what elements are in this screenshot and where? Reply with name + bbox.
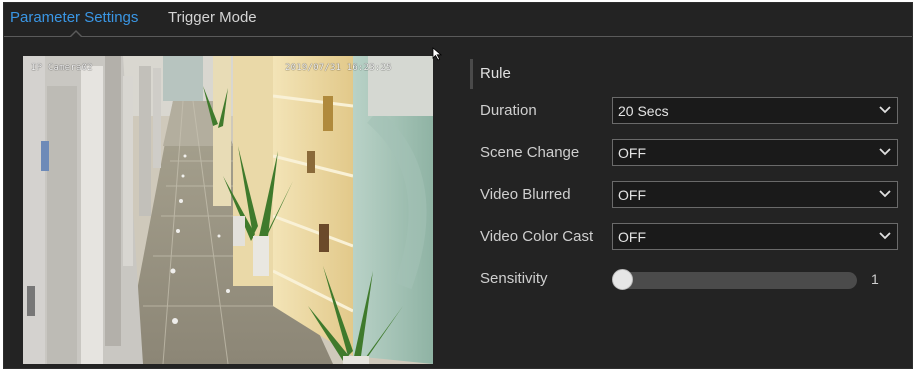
video-blurred-label: Video Blurred	[480, 186, 571, 203]
sensitivity-label: Sensitivity	[480, 270, 548, 287]
duration-label: Duration	[480, 102, 537, 119]
mouse-cursor-icon	[432, 47, 443, 61]
tab-parameter-settings[interactable]: Parameter Settings	[10, 9, 138, 26]
camera-name-overlay: IP Camera02	[31, 63, 93, 73]
scene-change-select[interactable]: OFF	[612, 139, 898, 166]
duration-value: 20 Secs	[618, 103, 669, 119]
chevron-down-icon	[879, 190, 891, 198]
chevron-down-icon	[879, 106, 891, 114]
scene-change-label: Scene Change	[480, 144, 580, 161]
sensitivity-value: 1	[871, 271, 879, 287]
video-color-cast-select[interactable]: OFF	[612, 223, 898, 250]
rule-section-title: Rule	[480, 65, 511, 82]
tab-trigger-mode[interactable]: Trigger Mode	[168, 9, 257, 26]
tab-divider	[4, 36, 912, 37]
chevron-down-icon	[879, 232, 891, 240]
video-color-cast-label: Video Color Cast	[480, 228, 594, 245]
video-color-cast-value: OFF	[618, 229, 646, 245]
camera-preview: IP Camera02 2019/07/31 16:23:25	[23, 56, 433, 364]
camera-preview-image	[23, 56, 433, 364]
chevron-down-icon	[879, 148, 891, 156]
sensitivity-slider-track[interactable]	[617, 272, 857, 289]
sensitivity-slider-thumb[interactable]	[612, 269, 633, 290]
video-blurred-value: OFF	[618, 187, 646, 203]
scene-change-value: OFF	[618, 145, 646, 161]
section-marker	[470, 59, 473, 89]
timestamp-overlay: 2019/07/31 16:23:25	[285, 63, 392, 73]
duration-select[interactable]: 20 Secs	[612, 97, 898, 124]
settings-window: Parameter Settings Trigger Mode IP Camer…	[3, 2, 913, 369]
video-blurred-select[interactable]: OFF	[612, 181, 898, 208]
tab-bar: Parameter Settings Trigger Mode	[4, 3, 912, 38]
